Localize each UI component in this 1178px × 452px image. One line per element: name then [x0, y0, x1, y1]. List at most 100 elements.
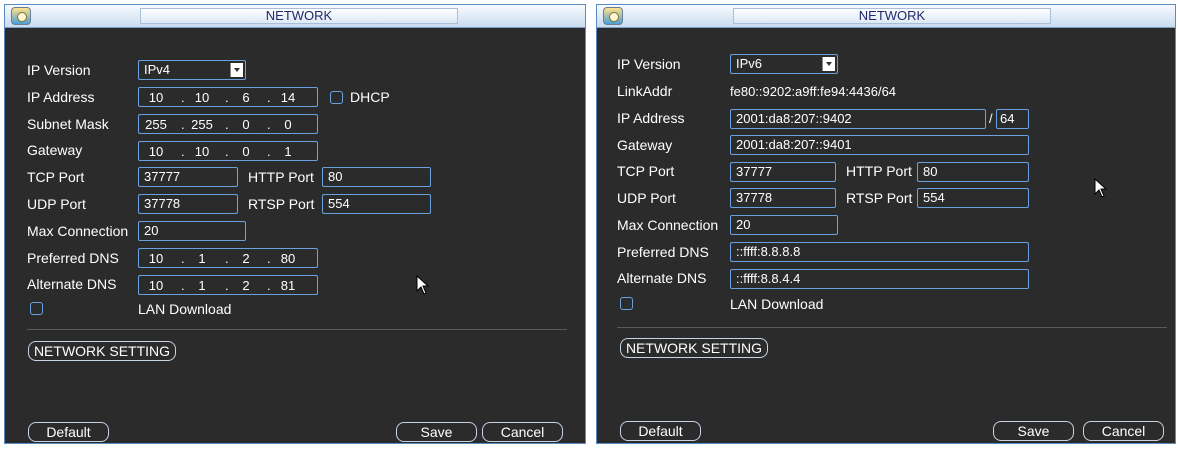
link-addr-label: LinkAddr	[617, 83, 673, 99]
gateway-label: Gateway	[617, 137, 673, 153]
ip-version-label: IP Version	[27, 62, 91, 78]
dot-separator: .	[181, 251, 185, 266]
pdns-octet-2[interactable]: 1	[187, 250, 217, 268]
title-bar: NETWORK	[5, 5, 585, 28]
adns-octet-4[interactable]: 81	[273, 277, 303, 295]
save-button[interactable]: Save	[396, 422, 477, 442]
dot-separator: .	[225, 278, 229, 293]
subnet-octet-1[interactable]: 255	[141, 116, 171, 134]
max-connection-label: Max Connection	[617, 217, 719, 233]
tcp-port-input[interactable]: 37777	[730, 162, 836, 182]
rtsp-port-label: RTSP Port	[846, 190, 913, 206]
subnet-mask-label: Subnet Mask	[27, 116, 109, 132]
rtsp-port-input[interactable]: 554	[917, 188, 1029, 208]
preferred-dns-field[interactable]: 10 . 1 . 2 . 80	[138, 248, 318, 268]
link-addr-value: fe80::9202:a9ff:fe94:4436/64	[730, 84, 897, 99]
dot-separator: .	[181, 278, 185, 293]
gateway-input[interactable]: 2001:da8:207::9401	[730, 135, 1029, 155]
divider	[617, 327, 1167, 328]
pdns-octet-4[interactable]: 80	[273, 250, 303, 268]
dot-separator: .	[181, 117, 185, 132]
pdns-octet-1[interactable]: 10	[141, 250, 171, 268]
alternate-dns-label: Alternate DNS	[27, 276, 117, 292]
adns-octet-1[interactable]: 10	[141, 277, 171, 295]
rtsp-port-label: RTSP Port	[248, 196, 315, 212]
gateway-octet-4[interactable]: 1	[273, 143, 303, 161]
subnet-octet-4[interactable]: 0	[273, 116, 303, 134]
chevron-down-icon[interactable]	[822, 57, 835, 71]
divider	[27, 329, 567, 330]
pdns-octet-3[interactable]: 2	[231, 250, 261, 268]
udp-port-input[interactable]: 37778	[138, 194, 238, 214]
dot-separator: .	[181, 90, 185, 105]
dot-separator: .	[267, 90, 271, 105]
max-connection-input[interactable]: 20	[138, 221, 246, 241]
tcp-port-label: TCP Port	[617, 163, 675, 179]
gateway-octet-2[interactable]: 10	[187, 143, 217, 161]
max-connection-input[interactable]: 20	[730, 215, 838, 235]
dot-separator: .	[267, 144, 271, 159]
alternate-dns-input[interactable]: ::ffff:8.8.4.4	[730, 269, 1029, 289]
chevron-down-icon[interactable]	[230, 63, 243, 77]
gateway-label: Gateway	[27, 142, 83, 158]
dot-separator: .	[225, 90, 229, 105]
ip-address-input[interactable]: 2001:da8:207::9402	[730, 109, 986, 129]
gateway-octet-1[interactable]: 10	[141, 143, 171, 161]
network-setting-button[interactable]: NETWORK SETTING	[620, 338, 768, 358]
http-port-input[interactable]: 80	[322, 167, 431, 187]
ip-octet-3[interactable]: 6	[231, 89, 261, 107]
ip-address-field[interactable]: 10 . 10 . 6 . 14	[138, 87, 318, 107]
ip-version-value: IPv4	[144, 62, 171, 77]
ip-address-label: IP Address	[617, 110, 685, 126]
adns-octet-2[interactable]: 1	[187, 277, 217, 295]
http-port-input[interactable]: 80	[917, 162, 1029, 182]
preferred-dns-label: Preferred DNS	[617, 244, 709, 260]
udp-port-input[interactable]: 37778	[730, 188, 836, 208]
ip-octet-4[interactable]: 14	[273, 89, 303, 107]
adns-octet-3[interactable]: 2	[231, 277, 261, 295]
default-button[interactable]: Default	[620, 421, 701, 441]
dot-separator: .	[181, 144, 185, 159]
network-dialog-ipv4: NETWORK IP Version IPv4 IP Address 10 . …	[4, 4, 586, 444]
preferred-dns-input[interactable]: ::ffff:8.8.8.8	[730, 242, 1029, 262]
dhcp-checkbox[interactable]	[330, 91, 343, 104]
subnet-mask-field[interactable]: 255 . 255 . 0 . 0	[138, 114, 318, 134]
subnet-octet-2[interactable]: 255	[187, 116, 217, 134]
save-button[interactable]: Save	[993, 421, 1074, 441]
ip-version-select[interactable]: IPv6	[730, 54, 838, 74]
ip-version-select[interactable]: IPv4	[138, 60, 246, 80]
tcp-port-input[interactable]: 37777	[138, 167, 238, 187]
gateway-octet-3[interactable]: 0	[231, 143, 261, 161]
lan-download-checkbox[interactable]	[30, 302, 43, 315]
subnet-octet-3[interactable]: 0	[231, 116, 261, 134]
max-connection-label: Max Connection	[27, 223, 129, 239]
prefix-length-input[interactable]: 64	[996, 109, 1029, 129]
alternate-dns-field[interactable]: 10 . 1 . 2 . 81	[138, 275, 318, 295]
dialog-title: NETWORK	[733, 8, 1051, 24]
ip-address-label: IP Address	[27, 89, 95, 105]
ip-octet-1[interactable]: 10	[141, 89, 171, 107]
ip-version-label: IP Version	[617, 56, 681, 72]
ip-version-value: IPv6	[736, 56, 763, 71]
tcp-port-label: TCP Port	[27, 169, 85, 185]
gateway-field[interactable]: 10 . 10 . 0 . 1	[138, 141, 318, 161]
preferred-dns-label: Preferred DNS	[27, 250, 119, 266]
cancel-button[interactable]: Cancel	[482, 422, 563, 442]
alternate-dns-label: Alternate DNS	[617, 270, 707, 286]
ip-octet-2[interactable]: 10	[187, 89, 217, 107]
http-port-label: HTTP Port	[846, 163, 912, 179]
title-bar: NETWORK	[597, 5, 1175, 28]
dhcp-label: DHCP	[350, 89, 390, 105]
network-dialog-ipv6: NETWORK IP Version IPv6 LinkAddr fe80::9…	[596, 4, 1176, 444]
network-setting-button[interactable]: NETWORK SETTING	[28, 341, 176, 361]
lan-download-checkbox[interactable]	[620, 297, 633, 310]
dot-separator: .	[267, 251, 271, 266]
http-port-label: HTTP Port	[248, 169, 314, 185]
rtsp-port-input[interactable]: 554	[322, 194, 431, 214]
default-button[interactable]: Default	[28, 422, 109, 442]
udp-port-label: UDP Port	[617, 190, 676, 206]
dot-separator: .	[225, 251, 229, 266]
app-icon	[11, 7, 31, 25]
cancel-button[interactable]: Cancel	[1083, 421, 1164, 441]
dot-separator: .	[225, 117, 229, 132]
